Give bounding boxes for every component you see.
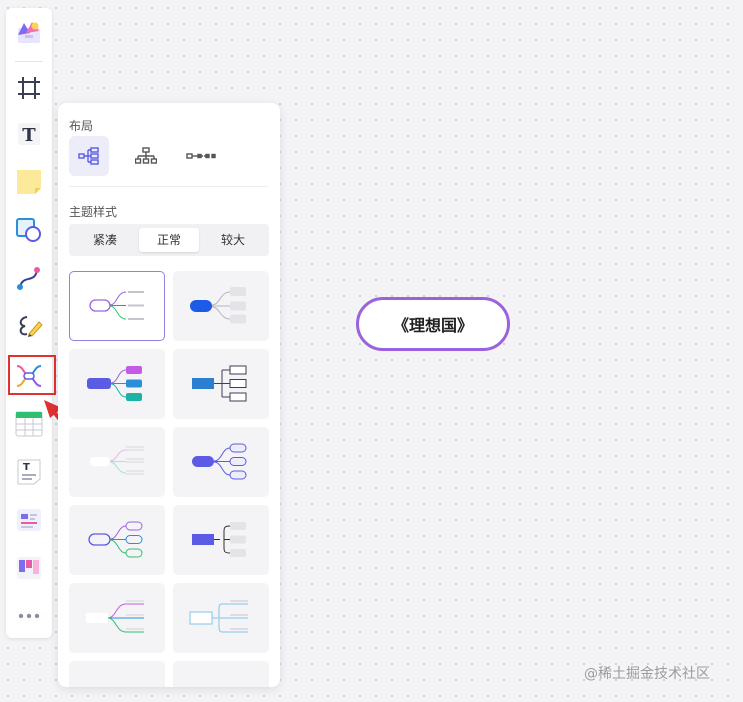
theme-card[interactable] (69, 505, 165, 575)
panel-divider (69, 186, 268, 187)
layout-section-title: 布局 (69, 119, 94, 133)
theme-card[interactable] (69, 427, 165, 497)
theme-card[interactable] (69, 271, 165, 341)
theme-card[interactable] (173, 583, 269, 653)
theme-card[interactable] (173, 661, 269, 687)
theme-card[interactable] (173, 349, 269, 419)
density-large-option[interactable]: 较大 (203, 228, 263, 252)
mindmap-root-node[interactable]: 《理想国》 (356, 297, 510, 351)
theme-card[interactable] (69, 661, 165, 687)
theme-card[interactable] (69, 583, 165, 653)
theme-section-title: 主题样式 (69, 205, 118, 219)
theme-card[interactable] (69, 349, 165, 419)
theme-card[interactable] (173, 505, 269, 575)
layout-org-chart-button[interactable] (126, 136, 166, 176)
mindmap-style-panel: 布局 主题样式 紧凑 正常 较大 (58, 103, 280, 687)
density-normal-option[interactable]: 正常 (139, 228, 199, 252)
theme-card[interactable] (173, 271, 269, 341)
layout-right-tree-button[interactable] (69, 136, 109, 176)
watermark: @稀土掘金技术社区 (584, 666, 710, 682)
density-segmented-control: 紧凑 正常 较大 (69, 224, 269, 256)
layout-timeline-button[interactable] (182, 136, 222, 176)
theme-card[interactable] (173, 427, 269, 497)
density-compact-option[interactable]: 紧凑 (75, 228, 135, 252)
